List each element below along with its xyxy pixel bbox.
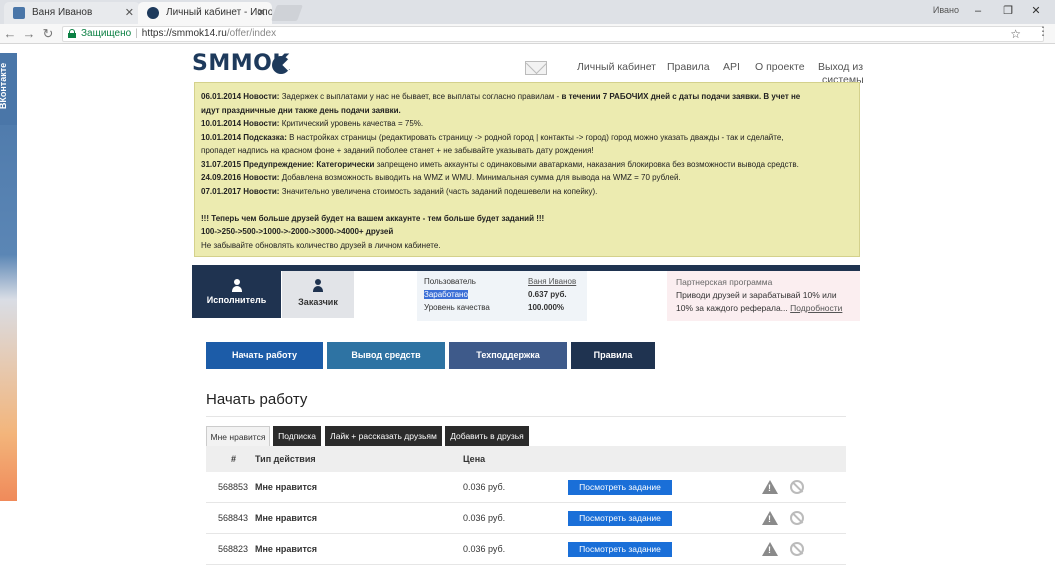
user-label: Пользователь <box>424 277 476 286</box>
hide-ban-icon[interactable] <box>790 480 804 494</box>
partner-line1: Приводи друзей и зарабатывай 10% или <box>676 290 837 300</box>
table-row: 568853 Мне нравится 0.036 руб. Посмотрет… <box>206 472 846 503</box>
url-field[interactable]: Защищено | https://smmok14.ru/offer/index … <box>62 26 1044 42</box>
section-divider <box>206 416 846 417</box>
tab-title: Ваня Иванов <box>32 7 93 18</box>
view-task-button[interactable]: Посмотреть задание <box>568 480 672 495</box>
customer-icon <box>313 279 323 293</box>
back-icon[interactable]: ← <box>3 26 17 42</box>
browser-tab-vk[interactable]: Ваня Иванов ✕ <box>4 2 140 24</box>
executor-icon <box>231 279 242 293</box>
user-link[interactable]: Ваня Иванов <box>528 277 576 286</box>
task-id: 568823 <box>218 544 249 554</box>
url-host: https://smmok14.ru <box>141 28 227 39</box>
tab-like-share[interactable]: Лайк + рассказать друзьям <box>325 426 442 446</box>
task-id: 568853 <box>218 482 249 492</box>
tasks-table-header: # Тип действия Цена <box>206 446 846 472</box>
hide-ban-icon[interactable] <box>790 511 804 525</box>
tab-subscribe[interactable]: Подписка <box>273 426 321 446</box>
task-type: Мне нравится <box>255 544 317 554</box>
browser-tab-cabinet[interactable]: Личный кабинет - Испо ✕ <box>138 2 272 24</box>
role-executor-tab[interactable]: Исполнитель <box>192 265 281 318</box>
logo-mark-icon <box>272 56 290 74</box>
reload-icon[interactable]: ↻ <box>41 26 55 42</box>
nav-about[interactable]: О проекте <box>755 61 805 73</box>
report-warning-icon[interactable] <box>762 542 778 556</box>
earned-value: 0.637 руб. <box>528 290 567 299</box>
col-price: Цена <box>463 454 486 464</box>
url-path: /offer/index <box>226 28 277 39</box>
partner-program-box: Партнерская программа Приводи друзей и з… <box>667 271 860 321</box>
browser-tab-bar: Ваня Иванов ✕ Личный кабинет - Испо ✕ Ив… <box>0 0 1055 24</box>
new-tab-button[interactable] <box>271 5 303 21</box>
role-customer-label: Заказчик <box>298 297 338 307</box>
task-price: 0.036 руб. <box>463 513 506 523</box>
forward-icon[interactable]: → <box>22 26 36 42</box>
messages-envelope-icon[interactable] <box>525 61 547 75</box>
table-row: 568843 Мне нравится 0.036 руб. Посмотрет… <box>206 503 846 534</box>
report-warning-icon[interactable] <box>762 480 778 494</box>
news-notice-box: 06.01.2014 Новости: Задержек с выплатами… <box>194 82 860 257</box>
earned-label: Заработано <box>424 290 468 299</box>
address-bar: ← → ↻ Защищено | https://smmok14.ru/offer/… <box>0 24 1055 44</box>
col-id: # <box>231 454 237 464</box>
hide-ban-icon[interactable] <box>790 542 804 556</box>
maximize-icon[interactable]: ❐ <box>997 2 1019 20</box>
section-title: Начать работу <box>206 391 308 408</box>
withdraw-button[interactable]: Вывод средств <box>327 342 445 369</box>
quality-label: Уровень качества <box>424 303 490 312</box>
nav-api[interactable]: API <box>723 61 740 73</box>
window-close-icon[interactable]: ✕ <box>1025 2 1047 20</box>
nav-rules[interactable]: Правила <box>667 61 710 73</box>
nav-logout[interactable]: Выход из <box>818 61 863 73</box>
task-price: 0.036 руб. <box>463 544 506 554</box>
minimize-icon[interactable]: – <box>967 2 989 20</box>
col-type: Тип действия <box>255 454 316 464</box>
view-task-button[interactable]: Посмотреть задание <box>568 511 672 526</box>
task-type: Мне нравится <box>255 482 317 492</box>
tab-close-icon[interactable]: ✕ <box>125 2 134 24</box>
partner-details-link[interactable]: Подробности <box>790 303 842 313</box>
vk-widget-label: ВКонтакте <box>0 62 9 110</box>
table-row: 568823 Мне нравится 0.036 руб. Посмотрет… <box>206 534 846 565</box>
role-executor-label: Исполнитель <box>206 295 267 305</box>
secure-label: Защищено <box>81 28 132 39</box>
quality-value: 100.000% <box>528 303 565 312</box>
bookmark-star-icon[interactable]: ☆ <box>1010 27 1021 41</box>
report-warning-icon[interactable] <box>762 511 778 525</box>
partner-line2: 10% за каждого реферала... <box>676 303 788 313</box>
tab-close-icon[interactable]: ✕ <box>257 2 266 24</box>
rules-button[interactable]: Правила <box>571 342 655 369</box>
nav-cabinet[interactable]: Личный кабинет <box>577 61 656 73</box>
start-work-button[interactable]: Начать работу <box>206 342 323 369</box>
view-task-button[interactable]: Посмотреть задание <box>568 542 672 557</box>
task-price: 0.036 руб. <box>463 482 506 492</box>
vk-favicon-icon <box>13 7 25 19</box>
browser-menu-icon[interactable]: ⋮ <box>1037 24 1049 38</box>
tab-add-friend[interactable]: Добавить в друзья <box>445 426 529 446</box>
role-customer-tab[interactable]: Заказчик <box>282 271 354 318</box>
browser-profile-name[interactable]: Ивано <box>933 5 959 15</box>
lock-icon <box>68 29 76 38</box>
tab-like[interactable]: Мне нравится <box>206 426 270 446</box>
smmok-favicon-icon <box>147 7 159 19</box>
vk-widget-tab[interactable]: ВКонтакте <box>0 53 17 125</box>
partner-title: Партнерская программа <box>676 277 773 287</box>
account-stats: Пользователь Ваня Иванов Заработано 0.63… <box>417 271 587 321</box>
support-button[interactable]: Техподдержка <box>449 342 567 369</box>
task-id: 568843 <box>218 513 249 523</box>
task-type: Мне нравится <box>255 513 317 523</box>
